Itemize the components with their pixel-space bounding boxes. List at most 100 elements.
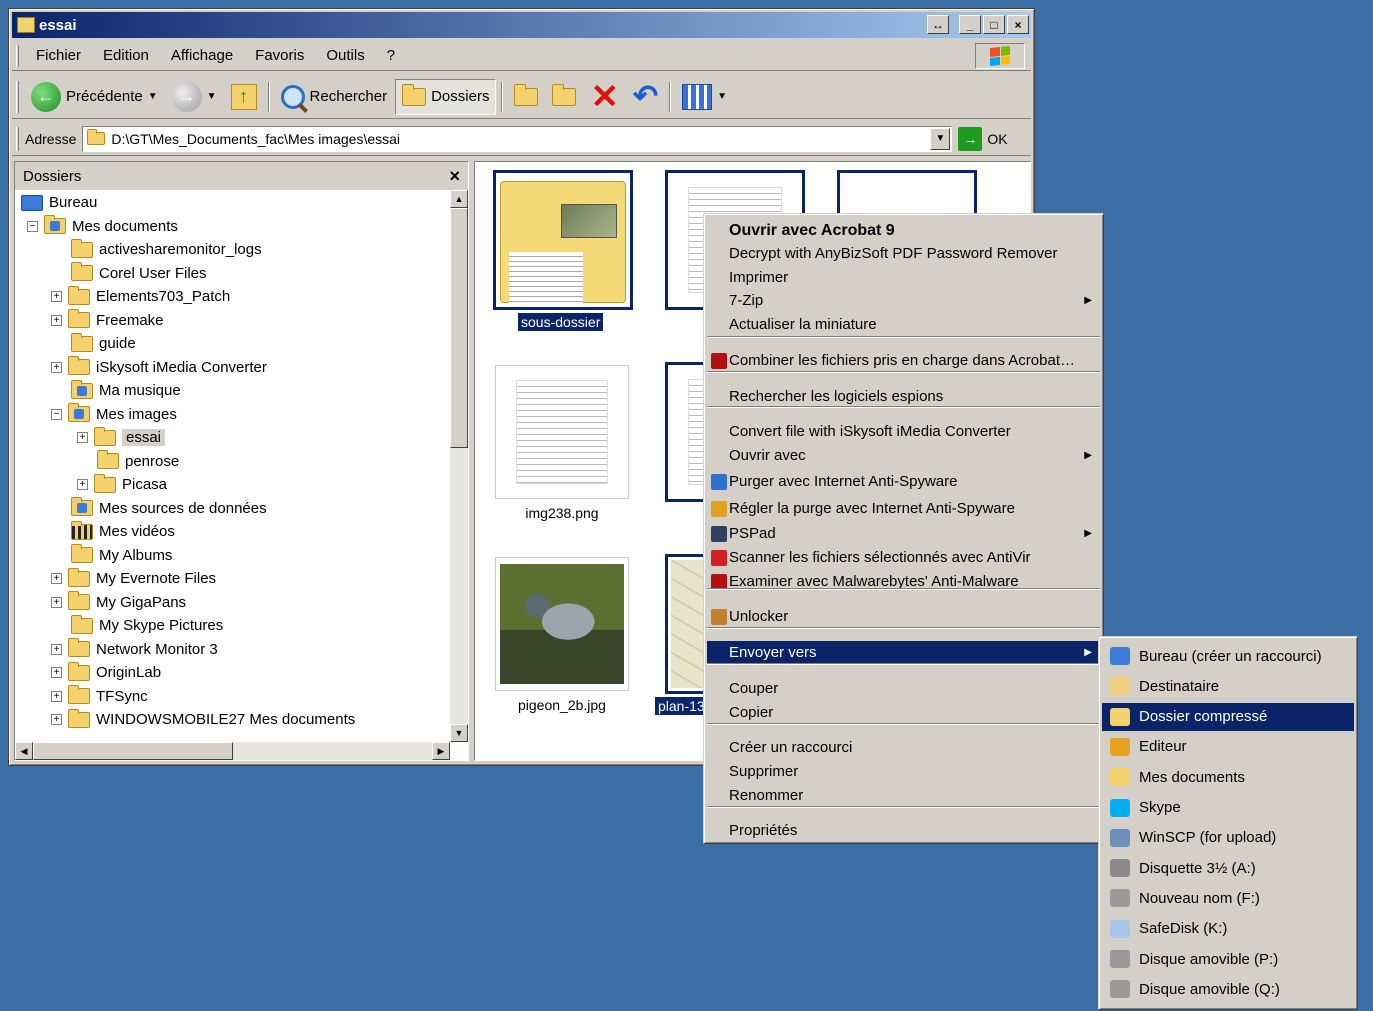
expand-icon[interactable]: + — [51, 361, 62, 373]
context-menu-item[interactable]: Copier — [707, 701, 1100, 724]
expand-icon[interactable]: + — [51, 643, 62, 655]
tree-item[interactable]: My Skype Pictures — [71, 614, 223, 637]
close-button[interactable]: × — [1007, 15, 1029, 34]
close-icon[interactable]: × — [449, 166, 460, 187]
context-menu-item[interactable]: Envoyer vers ▶ — [707, 641, 1100, 664]
toolbar-grip[interactable] — [16, 44, 19, 67]
tree-item[interactable]: Bureau — [21, 191, 97, 214]
context-menu-item[interactable]: Convert file with iSkysoft iMedia Conver… — [707, 420, 1100, 443]
context-menu-item[interactable]: PSPad ▶ — [707, 522, 1100, 545]
send-to-item[interactable]: Skype — [1102, 794, 1354, 822]
search-button[interactable]: Rechercher — [275, 79, 394, 115]
menu-favoris[interactable]: Favoris — [244, 47, 315, 64]
file-thumbnail[interactable] — [495, 365, 629, 499]
tree-item[interactable]: penrose — [97, 450, 179, 473]
send-to-item[interactable]: WinSCP (for upload) — [1102, 824, 1354, 852]
undo-button[interactable]: ↶ — [627, 79, 664, 115]
context-menu-item[interactable]: Ouvrir avec Acrobat 9 — [707, 219, 1100, 242]
minimize-button[interactable]: _ — [959, 15, 981, 34]
tree-item[interactable]: + My Evernote Files — [51, 567, 216, 590]
context-menu-item[interactable]: Imprimer — [707, 266, 1100, 289]
vertical-scrollbar[interactable]: ▲ ▼ — [450, 190, 468, 742]
send-to-item[interactable]: Disquette 3½ (A:) — [1102, 854, 1354, 882]
expand-icon[interactable]: + — [77, 432, 88, 443]
send-to-item[interactable]: Editeur — [1102, 733, 1354, 761]
tree-item[interactable]: Mes vidéos — [71, 520, 175, 543]
up-button[interactable]: ↑ — [225, 79, 263, 115]
expand-icon[interactable]: + — [51, 314, 62, 326]
copy-to-button[interactable] — [546, 79, 582, 115]
context-menu-item[interactable]: Renommer — [707, 784, 1100, 807]
send-to-item[interactable]: Nouveau nom (F:) — [1102, 884, 1354, 912]
tree-item[interactable]: Mes sources de données — [71, 497, 267, 520]
views-button[interactable]: ▼ — [676, 79, 733, 115]
scroll-up-icon[interactable]: ▲ — [450, 190, 468, 208]
tree-item[interactable]: + My GigaPans — [51, 591, 186, 614]
menu-fichier[interactable]: Fichier — [25, 47, 92, 64]
context-menu-item[interactable]: Supprimer — [707, 760, 1100, 783]
send-to-item[interactable]: Mes documents — [1102, 763, 1354, 791]
send-to-item[interactable]: Disque amovible (Q:) — [1102, 975, 1354, 1003]
context-menu-item[interactable]: Rechercher les logiciels espions — [707, 385, 1100, 408]
send-to-item[interactable]: Disque amovible (P:) — [1102, 945, 1354, 973]
menu-outils[interactable]: Outils — [315, 47, 375, 64]
forward-button[interactable]: → ▼ — [166, 79, 223, 115]
context-menu-item[interactable]: 7-Zip ▶ — [707, 289, 1100, 312]
menu-edition[interactable]: Edition — [92, 47, 160, 64]
scroll-thumb[interactable] — [450, 208, 468, 448]
toolbar-grip[interactable] — [16, 126, 19, 151]
scroll-right-icon[interactable]: ▶ — [432, 742, 450, 760]
context-menu-item[interactable]: Combiner les fichiers pris en charge dan… — [707, 349, 1100, 372]
tree-item[interactable]: − Mes images — [51, 403, 177, 426]
context-menu-item[interactable]: Actualiser la miniature — [707, 313, 1100, 336]
folders-button[interactable]: Dossiers — [395, 78, 497, 115]
move-to-button[interactable] — [508, 79, 544, 115]
context-menu-item[interactable]: Decrypt with AnyBizSoft PDF Password Rem… — [707, 242, 1100, 265]
tree-item[interactable]: guide — [71, 332, 136, 355]
back-dropdown-icon[interactable]: ▼ — [148, 91, 158, 102]
address-input[interactable]: D:\GT\Mes_Documents_fac\Mes images\essai… — [82, 125, 953, 152]
file-label[interactable]: img238.png — [487, 505, 637, 521]
go-button[interactable]: → OK — [958, 126, 1008, 151]
menu-affichage[interactable]: Affichage — [160, 47, 244, 64]
expand-icon[interactable]: + — [51, 714, 62, 725]
expand-icon[interactable]: + — [51, 667, 62, 678]
expand-icon[interactable]: + — [51, 291, 62, 302]
tree-item[interactable]: activesharemonitor_logs — [71, 238, 262, 261]
expand-icon[interactable]: + — [51, 690, 62, 702]
delete-button[interactable]: ✕ — [584, 79, 625, 115]
restore-alt-button[interactable]: ↔ — [927, 15, 949, 34]
send-to-item[interactable]: SafeDisk (K:) — [1102, 915, 1354, 943]
forward-dropdown-icon[interactable]: ▼ — [207, 91, 217, 102]
tree-item[interactable]: + WINDOWSMOBILE27 Mes documents — [51, 708, 355, 731]
context-menu-item[interactable]: Créer un raccourci — [707, 736, 1100, 759]
tree-item[interactable]: + Network Monitor 3 — [51, 638, 218, 661]
send-to-item[interactable]: Destinataire — [1102, 672, 1354, 700]
tree-item[interactable]: + OriginLab — [51, 661, 161, 684]
expand-icon[interactable]: + — [51, 596, 62, 608]
title-bar[interactable]: essai ↔ _ □ × — [12, 12, 1031, 38]
toolbar-grip[interactable] — [16, 80, 19, 113]
context-menu-item[interactable]: Couper — [707, 677, 1100, 700]
tree-item[interactable]: + iSkysoft iMedia Converter — [51, 356, 267, 379]
address-dropdown-icon[interactable]: ▼ — [930, 127, 951, 150]
context-menu-item[interactable]: Scanner les fichiers sélectionnés avec A… — [707, 546, 1100, 569]
collapse-icon[interactable]: − — [27, 220, 38, 232]
send-to-item[interactable]: Bureau (créer un raccourci) — [1102, 642, 1354, 670]
scroll-down-icon[interactable]: ▼ — [450, 724, 468, 742]
menu-help[interactable]: ? — [376, 47, 406, 64]
tree-item[interactable]: + Elements703_Patch — [51, 285, 230, 308]
context-menu-item[interactable]: Ouvrir avec ▶ — [707, 444, 1100, 467]
tree-item[interactable]: − Mes documents — [27, 215, 178, 238]
file-label[interactable]: plan-13 — [655, 697, 708, 715]
maximize-button[interactable]: □ — [983, 15, 1005, 34]
file-label[interactable]: sous-dossier — [518, 313, 604, 331]
tree-item[interactable]: Corel User Files — [71, 262, 207, 285]
context-menu-item[interactable]: Régler la purge avec Internet Anti-Spywa… — [707, 497, 1100, 520]
tree-item[interactable]: + Picasa — [77, 473, 167, 496]
tree-item[interactable]: + TFSync — [51, 685, 148, 708]
expand-icon[interactable]: + — [51, 573, 62, 584]
file-thumbnail[interactable] — [495, 557, 629, 691]
tree-item[interactable]: Ma musique — [71, 379, 181, 402]
back-button[interactable]: ← Précédente ▼ — [25, 79, 164, 115]
